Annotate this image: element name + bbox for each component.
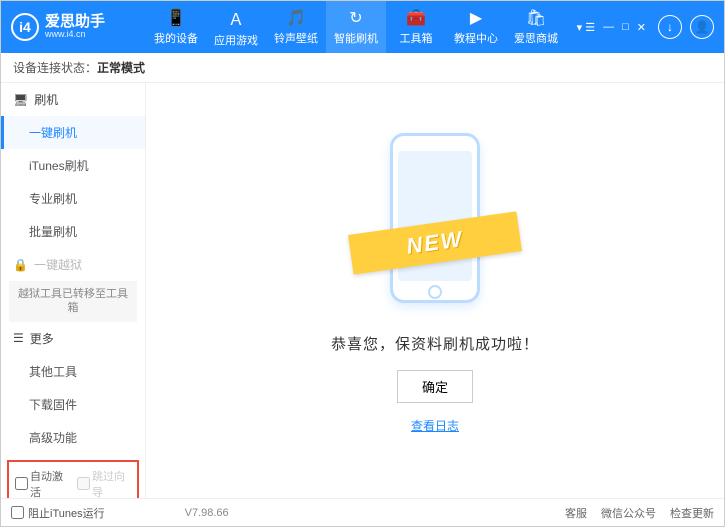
block-itunes-input[interactable]	[11, 506, 24, 519]
download-icon[interactable]: ↓	[658, 15, 682, 39]
sidebar-options-box: 自动激活 跳过向导	[7, 460, 139, 498]
close-button[interactable]: ✕	[637, 21, 646, 34]
nav-item-5[interactable]: ▶ 教程中心	[446, 1, 506, 53]
sidebar-flash-item[interactable]: 一键刷机	[1, 116, 145, 149]
main-content: NEW 恭喜您，保资料刷机成功啦！ 确定 查看日志	[146, 83, 724, 498]
nav-label: 铃声壁纸	[274, 30, 318, 46]
app-header: i4 爱思助手 www.i4.cn 📱 我的设备 Ａ 应用游戏 🎵 铃声壁纸 ↻ 智能刷机 🧰 工…	[1, 1, 724, 53]
auto-activate-checkbox[interactable]: 自动激活	[15, 468, 69, 498]
sidebar-flash-head[interactable]: 🖥 刷机	[1, 83, 145, 116]
sidebar-more-head[interactable]: ☰ 更多	[1, 322, 145, 355]
skip-guide-label: 跳过向导	[92, 468, 131, 498]
status-value: 正常模式	[97, 59, 145, 76]
nav-label: 教程中心	[454, 30, 498, 46]
nav-item-4[interactable]: 🧰 工具箱	[386, 1, 446, 53]
footer-link[interactable]: 检查更新	[670, 505, 714, 521]
block-itunes-label: 阻止iTunes运行	[28, 505, 105, 521]
auto-activate-label: 自动激活	[30, 468, 69, 498]
flash-icon: 🖥	[13, 93, 28, 107]
auto-activate-input[interactable]	[15, 477, 28, 490]
flash-head-label: 刷机	[34, 91, 58, 108]
success-illustration: NEW	[360, 123, 510, 313]
nav-icon: 📱	[166, 8, 186, 28]
nav-label: 应用游戏	[214, 32, 258, 48]
nav-item-0[interactable]: 📱 我的设备	[146, 1, 206, 53]
view-log-link[interactable]: 查看日志	[411, 417, 459, 434]
more-icon: ☰	[13, 331, 24, 345]
footer-link[interactable]: 客服	[565, 505, 587, 521]
nav-label: 我的设备	[154, 30, 198, 46]
footer-links: 客服微信公众号检查更新	[565, 505, 714, 521]
top-nav: 📱 我的设备 Ａ 应用游戏 🎵 铃声壁纸 ↻ 智能刷机 🧰 工具箱 ▶ 教程中心 🛍 爱思商城	[146, 1, 566, 53]
nav-item-3[interactable]: ↻ 智能刷机	[326, 1, 386, 53]
minimize-button[interactable]: —	[603, 21, 614, 34]
nav-icon: ↻	[349, 8, 362, 28]
jailbreak-note: 越狱工具已转移至工具箱	[9, 281, 137, 322]
app-title: 爱思助手	[45, 14, 105, 31]
app-url: www.i4.cn	[45, 30, 105, 40]
success-message: 恭喜您，保资料刷机成功啦！	[331, 333, 539, 354]
skip-guide-input	[77, 477, 90, 490]
nav-icon: 🧰	[406, 8, 426, 28]
window-controls: ▾ ☰ — □ ✕	[577, 21, 646, 34]
nav-label: 爱思商城	[514, 30, 558, 46]
sidebar-jailbreak-head: 🔒 一键越狱	[1, 248, 145, 281]
skip-guide-checkbox: 跳过向导	[77, 468, 131, 498]
sidebar-flash-item[interactable]: iTunes刷机	[1, 149, 145, 182]
nav-label: 智能刷机	[334, 30, 378, 46]
sidebar: 🖥 刷机 一键刷机iTunes刷机专业刷机批量刷机 🔒 一键越狱 越狱工具已转移…	[1, 83, 146, 498]
sidebar-more-item[interactable]: 其他工具	[1, 355, 145, 388]
maximize-button[interactable]: □	[622, 21, 629, 34]
nav-item-6[interactable]: 🛍 爱思商城	[506, 1, 566, 53]
nav-icon: ▶	[470, 8, 482, 28]
sidebar-flash-item[interactable]: 批量刷机	[1, 215, 145, 248]
version-label: V7.98.66	[185, 507, 229, 519]
phone-home-button	[428, 285, 442, 299]
nav-item-1[interactable]: Ａ 应用游戏	[206, 1, 266, 53]
ok-button[interactable]: 确定	[397, 370, 473, 403]
logo-icon: i4	[11, 13, 39, 41]
menu-button[interactable]: ▾ ☰	[577, 21, 595, 34]
user-icon[interactable]: 👤	[690, 15, 714, 39]
nav-item-2[interactable]: 🎵 铃声壁纸	[266, 1, 326, 53]
nav-icon: 🛍	[526, 8, 546, 28]
lock-icon: 🔒	[13, 258, 28, 272]
connection-status: 设备连接状态： 正常模式	[1, 53, 724, 83]
jailbreak-label: 一键越狱	[34, 256, 82, 273]
nav-icon: 🎵	[286, 8, 306, 28]
block-itunes-checkbox[interactable]: 阻止iTunes运行	[11, 505, 105, 521]
footer-link[interactable]: 微信公众号	[601, 505, 656, 521]
status-label: 设备连接状态：	[13, 59, 97, 76]
sidebar-more-item[interactable]: 下载固件	[1, 388, 145, 421]
sidebar-flash-item[interactable]: 专业刷机	[1, 182, 145, 215]
footer: 阻止iTunes运行 V7.98.66 客服微信公众号检查更新	[1, 498, 724, 526]
app-logo: i4 爱思助手 www.i4.cn	[1, 13, 146, 41]
more-head-label: 更多	[30, 330, 54, 347]
sidebar-more-item[interactable]: 高级功能	[1, 421, 145, 454]
nav-label: 工具箱	[400, 30, 433, 46]
nav-icon: Ａ	[228, 6, 244, 30]
